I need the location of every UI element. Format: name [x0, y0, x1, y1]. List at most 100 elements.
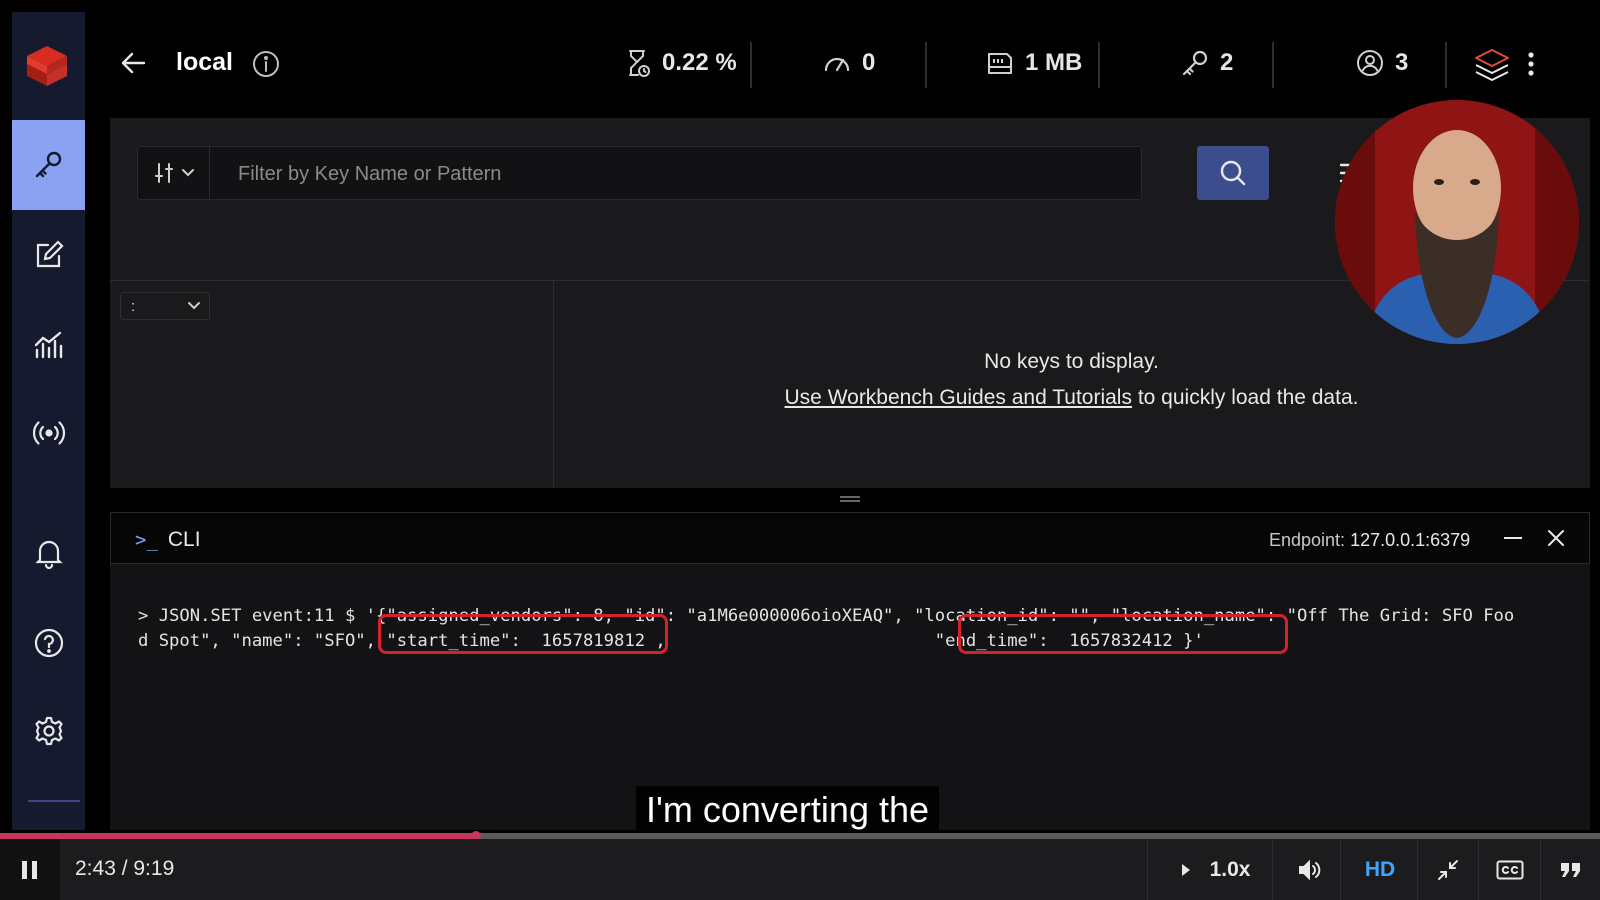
- stat-divider: [1272, 42, 1274, 88]
- terminal-icon: >_: [135, 529, 158, 551]
- help-icon: [34, 628, 63, 658]
- cli-title-label: CLI: [167, 528, 201, 551]
- control-divider: [1340, 839, 1341, 900]
- database-name[interactable]: local: [176, 48, 233, 77]
- keys-icon: [1182, 50, 1208, 76]
- kebab-menu-icon[interactable]: [1524, 50, 1538, 80]
- stat-divider: [750, 42, 752, 88]
- guides-hint: Use Workbench Guides and Tutorials to qu…: [553, 386, 1590, 410]
- control-divider: [1147, 839, 1148, 900]
- hd-quality-button[interactable]: HD: [1350, 839, 1410, 900]
- stat-keys[interactable]: 2: [1180, 48, 1233, 78]
- search-icon: [1220, 160, 1246, 186]
- nav-browser[interactable]: [12, 120, 85, 210]
- cli-line: d Spot", "name": "SFO", "start_time": 16…: [138, 631, 1204, 651]
- cli-panel: >_ CLI Endpoint: 127.0.0.1:6379 > JSON.S…: [110, 512, 1590, 830]
- empty-state-message: No keys to display.: [984, 350, 1159, 373]
- bell-icon: [34, 540, 63, 570]
- captions-button[interactable]: [1485, 839, 1535, 900]
- endpoint-label: Endpoint:: [1269, 530, 1346, 550]
- tree-divider: [553, 281, 554, 488]
- clients-icon: [1357, 50, 1383, 76]
- nav-settings[interactable]: [12, 686, 85, 776]
- chevron-down-icon: [181, 169, 194, 177]
- guides-suffix: to quickly load the data.: [1131, 386, 1359, 409]
- redis-logo-icon[interactable]: [12, 12, 85, 120]
- ops-gauge-icon: [824, 57, 850, 72]
- stat-divider: [1445, 42, 1447, 88]
- clients-value: 3: [1395, 49, 1409, 76]
- endpoint-value: 127.0.0.1:6379: [1350, 530, 1471, 550]
- gear-icon: [34, 716, 63, 746]
- key-type-filter[interactable]: [138, 147, 210, 199]
- video-controls: 2:43 / 9:19 1.0x HD: [0, 839, 1600, 900]
- filter-box: [137, 146, 1142, 200]
- minimize-icon: [1504, 537, 1522, 539]
- cli-output: > JSON.SET event:11 $ '{"assigned_vendor…: [138, 604, 1568, 654]
- cli-title: >_ CLI: [135, 528, 201, 552]
- analytics-icon: [34, 331, 62, 359]
- cpu-icon: [629, 50, 650, 77]
- stat-ops[interactable]: 0: [822, 48, 875, 78]
- playback-speed: 1.0x: [1209, 857, 1251, 881]
- chevron-down-icon: [188, 302, 200, 310]
- exit-fullscreen-button[interactable]: [1423, 839, 1473, 900]
- ops-value: 0: [862, 49, 876, 76]
- nav-analytics[interactable]: [12, 300, 85, 390]
- nav-workbench[interactable]: [12, 210, 85, 300]
- control-divider: [1540, 839, 1541, 900]
- sidebar: [12, 12, 85, 830]
- sidebar-divider: [28, 800, 80, 802]
- search-button[interactable]: [1197, 146, 1269, 200]
- filter-type-icon: [154, 163, 173, 183]
- playback-speed-button[interactable]: 1.0x: [1160, 839, 1270, 900]
- nav-pubsub[interactable]: [12, 388, 85, 478]
- memory-icon: [988, 53, 1012, 74]
- close-icon: [1548, 530, 1564, 546]
- pause-icon: [22, 860, 37, 879]
- stat-divider: [925, 42, 927, 88]
- endpoint-info: Endpoint: 127.0.0.1:6379: [1269, 530, 1470, 551]
- close-button[interactable]: [1544, 526, 1568, 550]
- topbar: local 0.22 % 0 1 MB 2 3: [85, 12, 1600, 117]
- volume-icon: [1299, 859, 1321, 880]
- control-divider: [1272, 839, 1273, 900]
- presenter-webcam: [1335, 100, 1579, 344]
- control-divider: [1478, 839, 1479, 900]
- exit-fullscreen-icon: [1438, 859, 1458, 880]
- cli-line: > JSON.SET event:11 $ '{"assigned_vendor…: [138, 606, 1515, 626]
- delimiter-select[interactable]: :: [120, 292, 210, 320]
- stat-divider: [1098, 42, 1100, 88]
- workbench-guides-link[interactable]: Use Workbench Guides and Tutorials: [785, 386, 1132, 409]
- video-time: 2:43 / 9:19: [75, 857, 175, 880]
- stat-clients[interactable]: 3: [1355, 48, 1408, 78]
- nav-notifications[interactable]: [12, 508, 85, 598]
- back-arrow-icon[interactable]: [118, 48, 148, 78]
- key-icon: [35, 151, 61, 178]
- captions-icon: [1496, 860, 1524, 879]
- delimiter-value: :: [131, 297, 136, 315]
- filter-input[interactable]: [238, 163, 1058, 186]
- pause-button[interactable]: [0, 839, 60, 900]
- memory-value: 1 MB: [1025, 49, 1083, 76]
- panel-resize-handle[interactable]: [840, 496, 860, 502]
- transcript-button[interactable]: [1546, 839, 1596, 900]
- highlight-end-time: [958, 614, 1288, 654]
- info-icon[interactable]: [251, 49, 281, 79]
- quote-icon: [1561, 862, 1580, 877]
- highlight-start-time: [378, 614, 668, 654]
- layers-icon[interactable]: [1472, 46, 1512, 84]
- keys-value: 2: [1220, 49, 1234, 76]
- stat-cpu[interactable]: 0.22 %: [622, 48, 737, 78]
- caption-subtitle: I'm converting the: [636, 786, 940, 834]
- volume-button[interactable]: [1285, 839, 1335, 900]
- pubsub-icon: [32, 421, 65, 445]
- play-icon: [1181, 863, 1190, 876]
- edit-icon: [36, 240, 64, 268]
- minimize-button[interactable]: [1501, 526, 1525, 550]
- cpu-value: 0.22 %: [662, 49, 737, 76]
- stat-memory[interactable]: 1 MB: [985, 48, 1082, 78]
- nav-help[interactable]: [12, 598, 85, 688]
- control-divider: [1417, 839, 1418, 900]
- cli-header: >_ CLI Endpoint: 127.0.0.1:6379: [110, 512, 1590, 564]
